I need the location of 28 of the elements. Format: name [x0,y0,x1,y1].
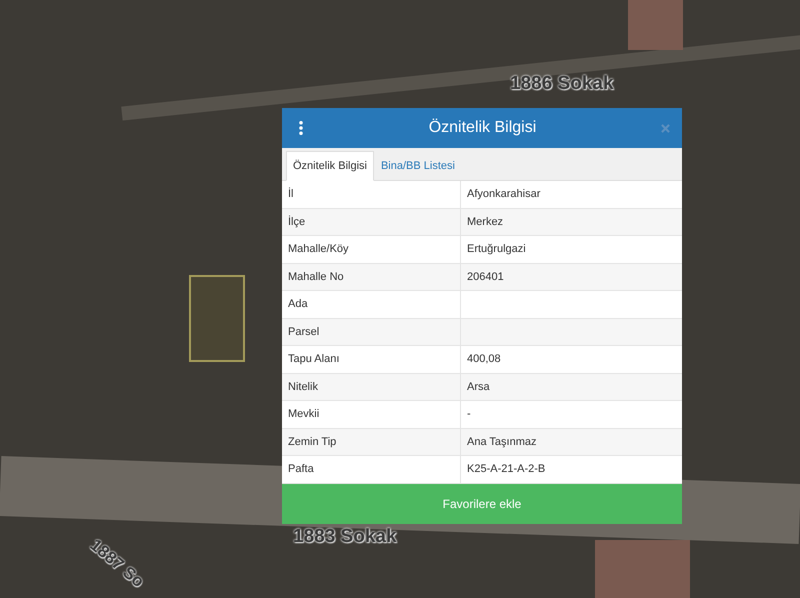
attribute-label-cell: Nitelik [282,374,461,400]
attribute-value-cell-text: Ertuğrulgazi [466,242,527,258]
attribute-label-cell: Mahalle No [282,264,461,290]
attribute-value-cell-text: Ana Taşınmaz [466,434,538,450]
building [628,0,683,50]
attribute-label-cell: İl [282,181,461,208]
dialog-title: Öznitelik Bilgisi [428,119,538,137]
tab[interactable]: Öznitelik Bilgisi [286,151,374,181]
attribute-label-cell: Tapu Alanı [282,346,461,372]
attribute-label-cell: İlçe [282,208,461,235]
attribute-label-cell: Parsel [282,318,461,345]
tab[interactable]: Bina/BB Listesi [374,151,462,181]
attribute-value-cell-text: 400,08 [466,352,502,368]
attribute-label-cell: Mevkii [282,401,461,428]
menu-icon[interactable] [298,121,304,135]
attribute-value-cell-text: K25-A-21-A-2-B [466,462,546,478]
street-label: 1886 Sokak [510,74,614,93]
attribute-value-cell-text: Arsa [466,380,491,395]
attribute-value-cell-text: Afyonkarahisar [466,187,542,202]
attribute-value-cell-text: 206401 [466,270,505,285]
attribute-value-cell-text: Merkez [466,214,504,230]
attribute-label-cell: Mahalle/Köy [282,236,461,262]
attribute-label-cell: Zemin Tip [282,428,461,455]
attribute-value-cell-text: - [466,407,472,422]
attribute-label-cell: Pafta [282,456,461,482]
attribute-label-cell: Ada [282,291,461,318]
street-label: 1883 Sokak [293,527,397,546]
parcel-outline[interactable] [189,275,245,362]
